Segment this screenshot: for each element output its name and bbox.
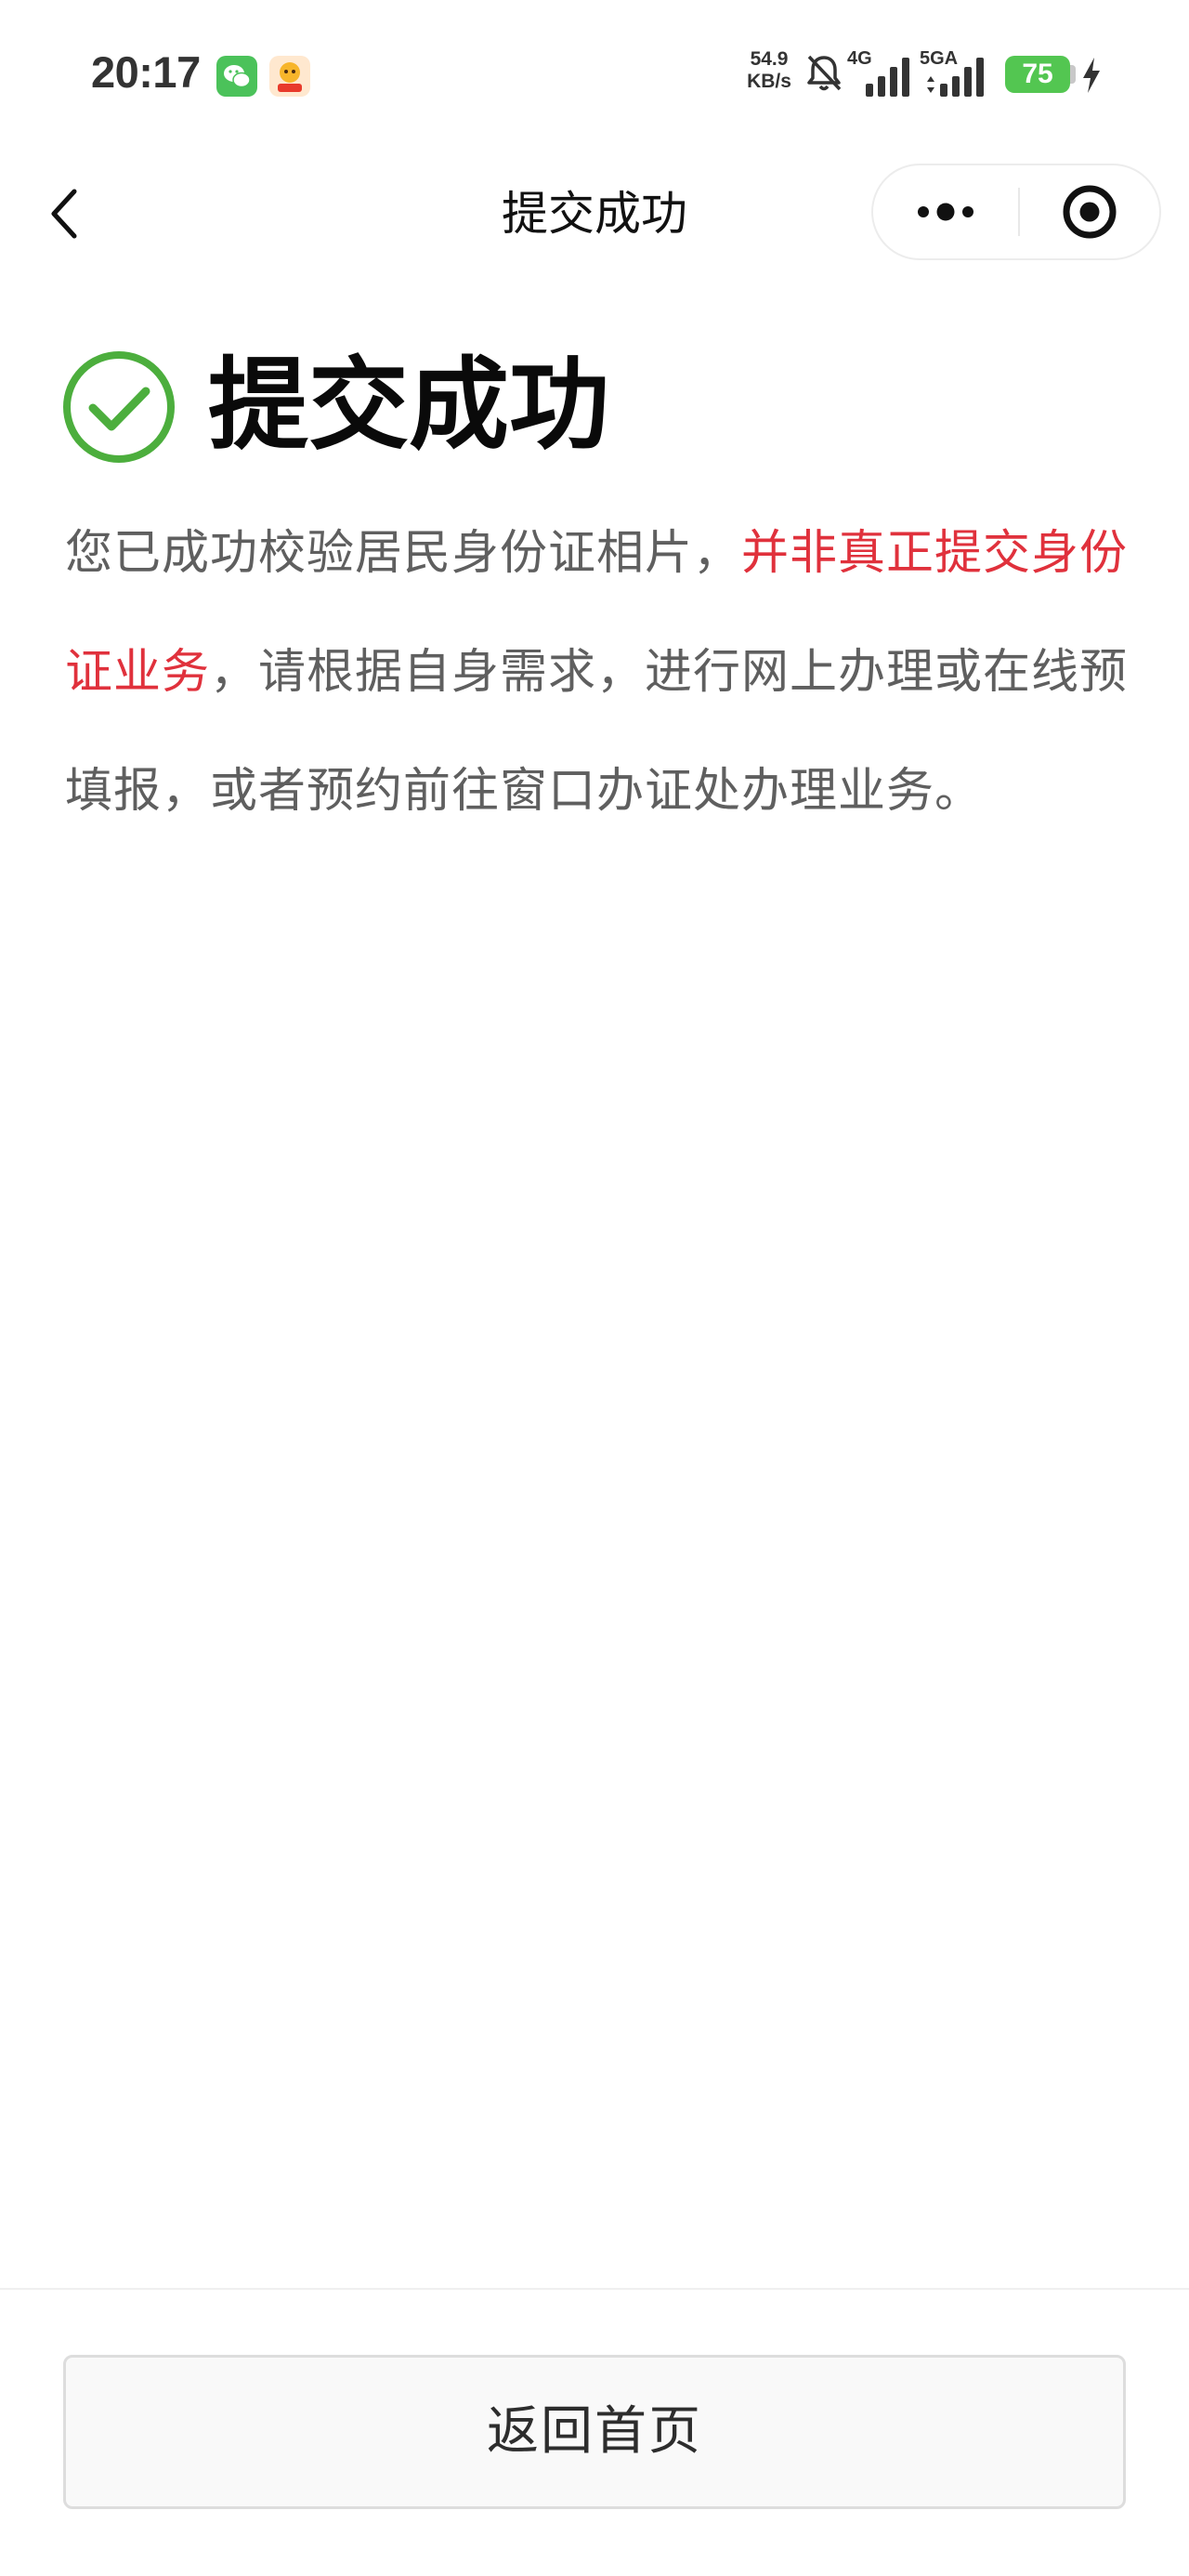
signal-5ga-icon: 5GA [920, 48, 998, 104]
status-time: 20:17 [91, 47, 201, 97]
back-button[interactable] [41, 182, 97, 245]
taobao-app-icon [269, 56, 310, 97]
footer-divider [0, 2288, 1189, 2290]
mini-program-capsule [871, 164, 1161, 260]
close-target-icon [1063, 185, 1117, 239]
battery-cap [1070, 65, 1076, 84]
return-home-button[interactable]: 返回首页 [63, 2355, 1126, 2509]
result-header: 提交成功 [61, 346, 1130, 467]
back-chevron-icon [51, 189, 77, 239]
result-title: 提交成功 [208, 348, 610, 464]
mute-bell-icon [803, 52, 845, 95]
check-circle-icon [61, 349, 176, 465]
close-button[interactable] [1020, 165, 1159, 258]
wechat-app-icon [216, 56, 257, 97]
net-speed: 54.9 KB/s [739, 48, 799, 93]
result-description: 您已成功校验居民身份证相片，并非真正提交身份证业务，请根据自身需求，进行网上办理… [65, 494, 1133, 851]
more-dots-icon [918, 203, 973, 221]
desc-text-after: ，请根据自身需求，进行网上办理或在线预填报，或者预约前往窗口办证处办理业务。 [65, 645, 1129, 819]
charging-bolt-icon [1079, 56, 1104, 95]
battery-icon: 75 [1005, 56, 1070, 93]
net-speed-value: 54.9 [750, 48, 789, 70]
desc-text-before: 您已成功校验居民身份证相片， [65, 526, 742, 581]
signal-4g-icon: 4G [847, 48, 918, 104]
nav-bar: 提交成功 [0, 149, 1189, 279]
more-button[interactable] [873, 165, 1016, 258]
status-bar: 20:17 54.9 KB/s 4G 5GA 75 [0, 0, 1189, 149]
net-speed-unit: KB/s [747, 71, 791, 92]
